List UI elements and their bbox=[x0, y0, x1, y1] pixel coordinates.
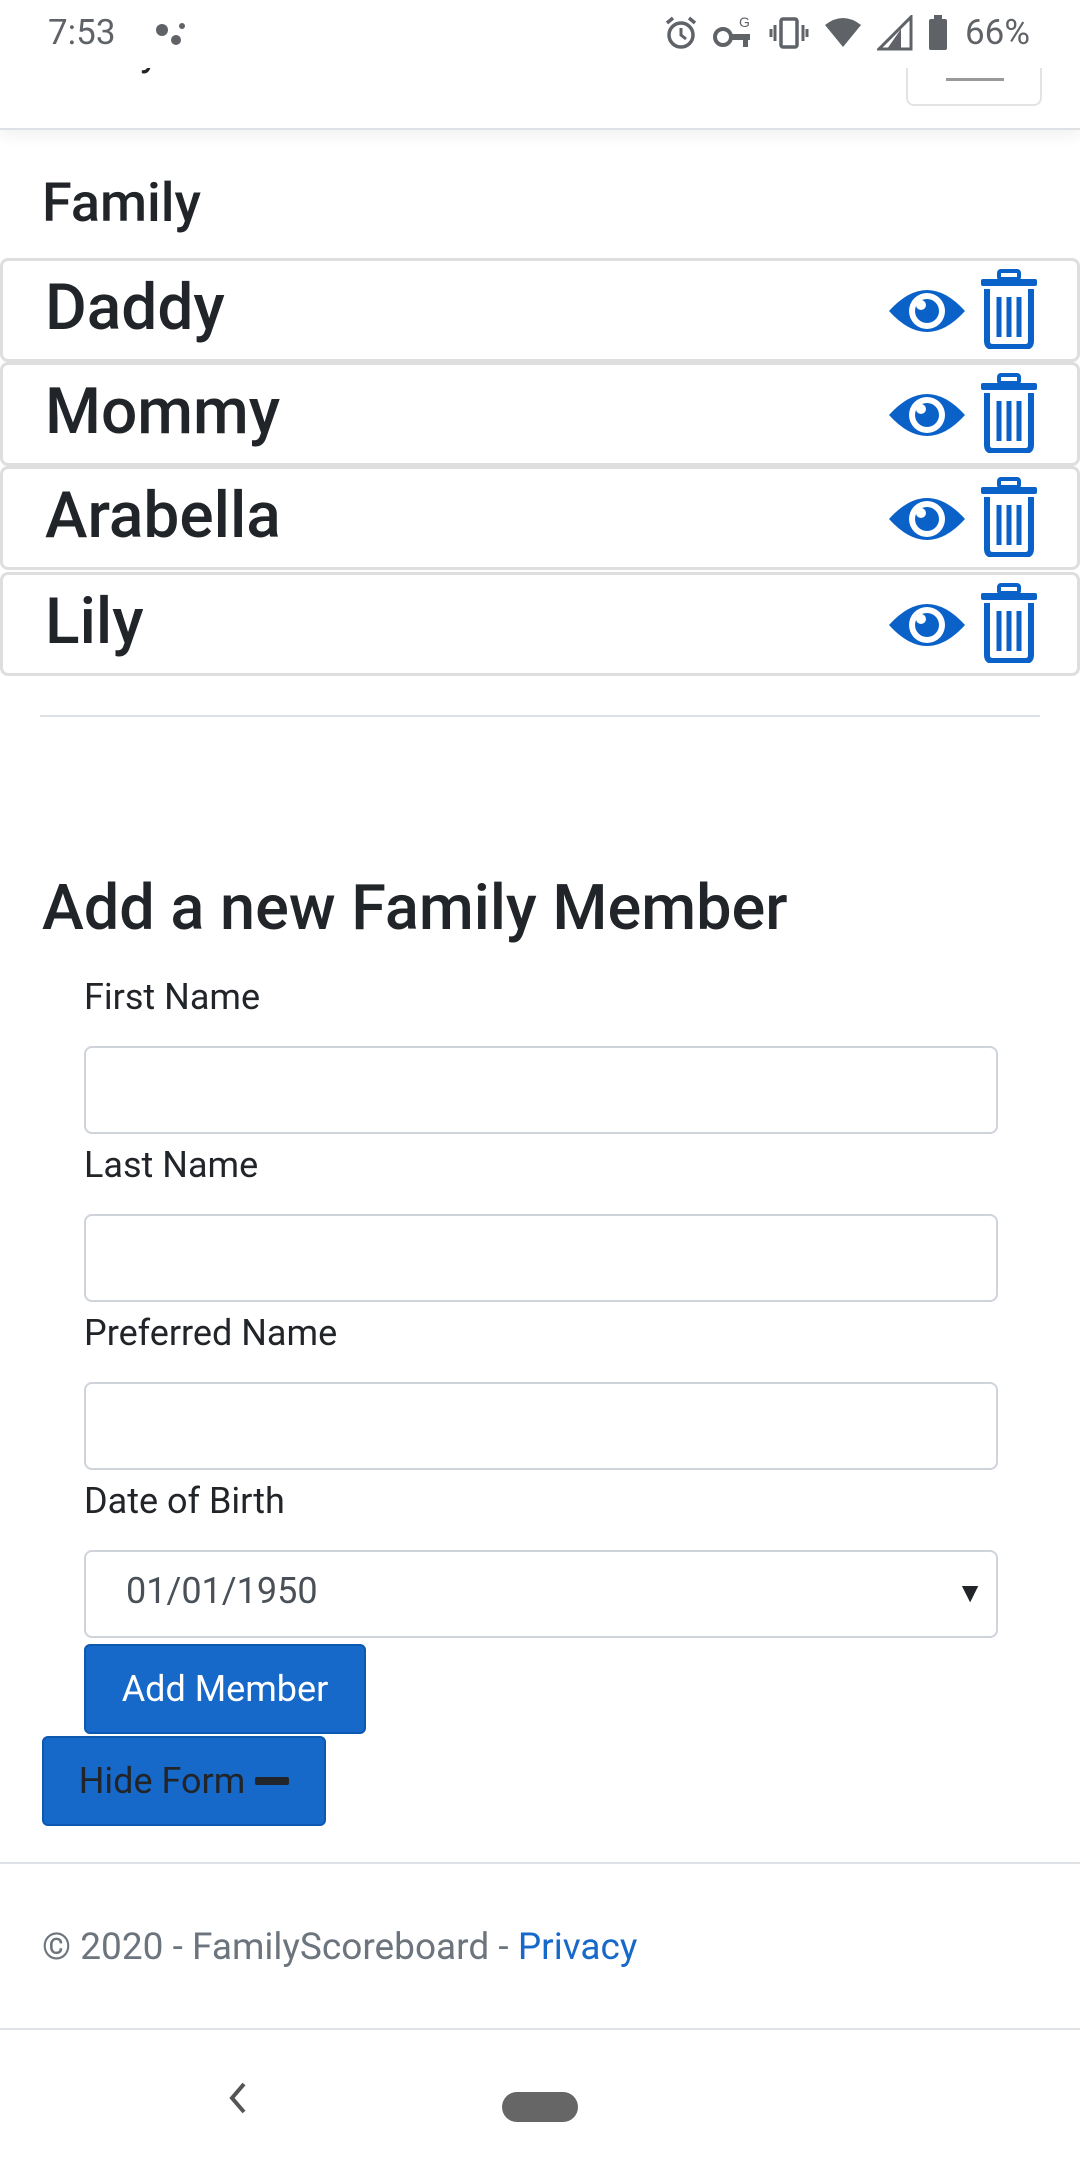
alarm-icon bbox=[665, 16, 697, 49]
assistant-dots-icon bbox=[156, 23, 185, 45]
member-row: Daddy bbox=[0, 258, 1080, 362]
delete-trash-icon[interactable] bbox=[979, 477, 1039, 557]
system-nav-bar bbox=[0, 2030, 1080, 2160]
dob-label: Date of Birth bbox=[84, 1480, 285, 1522]
dob-value: 01/01/1950 bbox=[126, 1570, 318, 1612]
status-bar: 7:53 G 66% bbox=[0, 0, 1080, 68]
footer: © 2020 - FamilyScoreboard - Privacy bbox=[0, 1862, 1080, 2030]
view-eye-icon[interactable] bbox=[887, 383, 967, 447]
vibrate-icon bbox=[769, 16, 809, 49]
home-pill-button[interactable] bbox=[502, 2092, 578, 2122]
member-row: Lily bbox=[0, 572, 1080, 676]
member-name: Mommy bbox=[45, 374, 281, 449]
add-member-button[interactable]: Add Member bbox=[84, 1644, 366, 1734]
delete-trash-icon[interactable] bbox=[979, 583, 1039, 663]
cell-signal-icon bbox=[877, 14, 913, 50]
family-heading: Family bbox=[42, 172, 201, 235]
view-eye-icon[interactable] bbox=[887, 279, 967, 343]
wifi-icon bbox=[825, 17, 862, 47]
back-arrow-icon[interactable] bbox=[226, 2080, 250, 2116]
vpn-key-icon: G bbox=[713, 15, 751, 47]
privacy-link[interactable]: Privacy bbox=[518, 1926, 638, 1969]
battery-percent: 66% bbox=[965, 12, 1030, 53]
battery-icon bbox=[929, 14, 948, 50]
section-divider bbox=[40, 715, 1040, 717]
copyright-text: © 2020 - FamilyScoreboard - bbox=[42, 1926, 518, 1969]
add-member-label: Add Member bbox=[121, 1668, 329, 1710]
hide-form-label: Hide Form bbox=[78, 1760, 246, 1802]
status-icons: G 66% bbox=[663, 12, 1030, 53]
member-name: Daddy bbox=[45, 270, 225, 345]
delete-trash-icon[interactable] bbox=[979, 269, 1039, 349]
member-row: Arabella bbox=[0, 466, 1080, 570]
form-heading: Add a new Family Member bbox=[42, 872, 788, 945]
first-name-label: First Name bbox=[84, 976, 261, 1018]
minus-icon bbox=[255, 1777, 290, 1785]
svg-text:G: G bbox=[739, 15, 750, 30]
view-eye-icon[interactable] bbox=[887, 487, 967, 551]
member-row: Mommy bbox=[0, 362, 1080, 466]
hide-form-button[interactable]: Hide Form bbox=[42, 1736, 326, 1826]
caret-down-icon: ▼ bbox=[956, 1576, 984, 1609]
last-name-field[interactable] bbox=[84, 1214, 998, 1302]
view-eye-icon[interactable] bbox=[887, 593, 967, 657]
delete-trash-icon[interactable] bbox=[979, 373, 1039, 453]
first-name-field[interactable] bbox=[84, 1046, 998, 1134]
preferred-name-field[interactable] bbox=[84, 1382, 998, 1470]
hamburger-icon bbox=[946, 78, 1004, 81]
footer-text: © 2020 - FamilyScoreboard - Privacy bbox=[42, 1926, 637, 1969]
member-name: Lily bbox=[45, 584, 144, 659]
last-name-label: Last Name bbox=[84, 1144, 259, 1186]
member-name: Arabella bbox=[45, 478, 281, 553]
status-time: 7:53 bbox=[48, 12, 116, 53]
dob-select[interactable]: 01/01/1950 ▼ bbox=[84, 1550, 998, 1638]
preferred-name-label: Preferred Name bbox=[84, 1312, 338, 1354]
